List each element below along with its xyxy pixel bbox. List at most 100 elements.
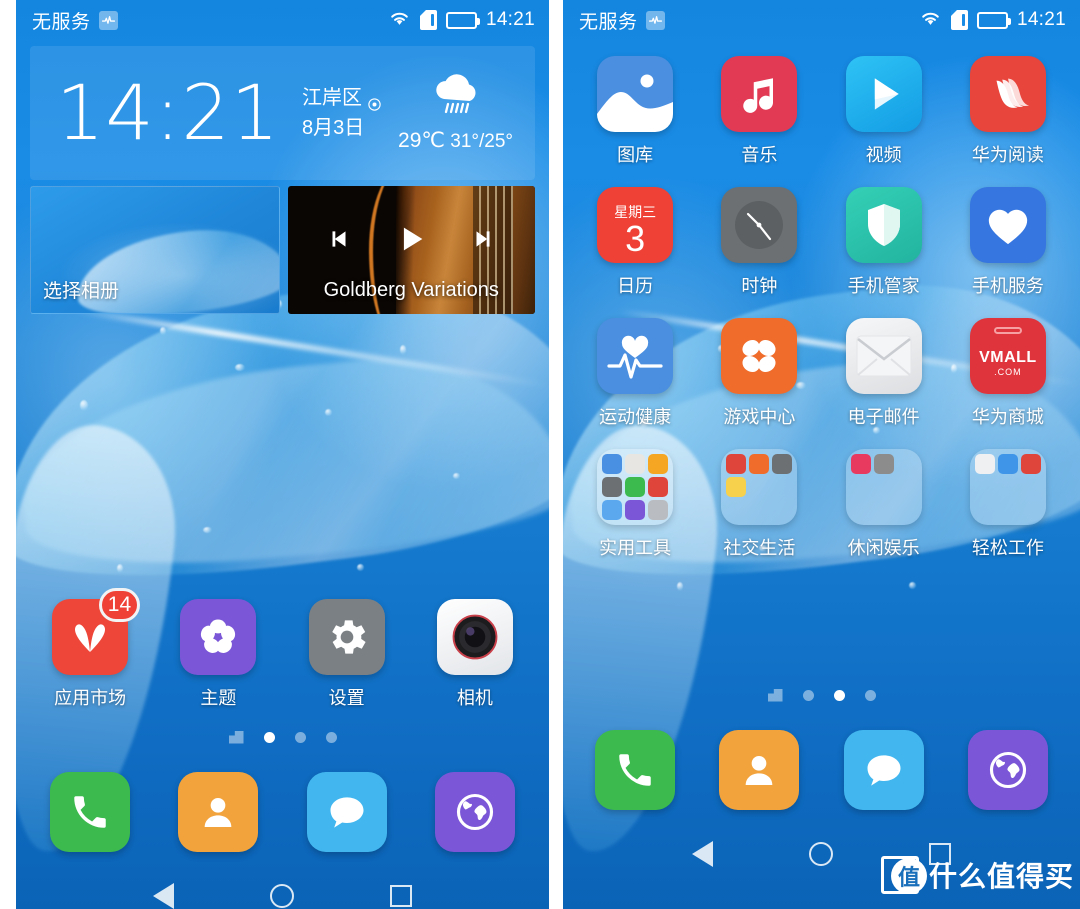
calendar-icon[interactable]: 星期三 3: [597, 187, 674, 263]
play-icon[interactable]: [394, 222, 428, 261]
phone-divider: [549, 0, 563, 909]
status-bar: 无服务 14:21: [16, 0, 549, 40]
weather-block[interactable]: 29℃ 31°/25°: [398, 73, 513, 153]
phone-icon[interactable]: [50, 772, 131, 852]
page-dot[interactable]: [325, 731, 337, 743]
home-circle-icon[interactable]: [809, 842, 833, 866]
page-dot[interactable]: [864, 689, 876, 701]
wifi-icon: [388, 9, 411, 32]
page-indicator[interactable]: [16, 724, 549, 750]
page-dot[interactable]: [294, 731, 306, 743]
app-huawei-appgallery[interactable]: 14 应用市场: [26, 588, 154, 710]
skip-previous-icon[interactable]: [326, 226, 352, 257]
status-time: 14:21: [1016, 9, 1066, 30]
video-play-icon[interactable]: [845, 56, 922, 132]
globe-browser-icon[interactable]: [434, 772, 515, 852]
page-dot[interactable]: [833, 689, 845, 701]
back-triangle-icon[interactable]: [153, 883, 174, 909]
app-row-3: 运动健康 游戏中心 电子邮件 VMALL .COM 华为商城: [563, 318, 1080, 429]
sim-card-icon: [419, 10, 437, 30]
vmall-bag-icon[interactable]: VMALL .COM: [969, 318, 1046, 394]
folder-icon[interactable]: [721, 449, 798, 525]
folder-mini-icon: [602, 477, 623, 497]
dock-phone[interactable]: [26, 772, 154, 852]
music-track-title: Goldberg Variations: [323, 279, 499, 301]
app-settings[interactable]: 设置: [283, 599, 411, 710]
dock-contacts[interactable]: [697, 730, 821, 810]
app-vmall[interactable]: VMALL .COM 华为商城: [946, 318, 1070, 429]
game-center-icon[interactable]: [721, 318, 798, 394]
app-huawei-reader[interactable]: 华为阅读: [946, 56, 1070, 167]
dock-browser[interactable]: [946, 730, 1070, 810]
globe-browser-icon[interactable]: [967, 730, 1048, 810]
sim-card-icon: [950, 10, 968, 30]
folder-social[interactable]: 社交生活: [697, 449, 821, 560]
app-clock[interactable]: 时钟: [697, 187, 821, 298]
dock-browser[interactable]: [411, 772, 539, 852]
folder-mini-icon: [602, 454, 623, 474]
app-camera[interactable]: 相机: [411, 599, 539, 710]
temp-current: 29℃: [398, 129, 445, 152]
app-row-1: 图库 音乐 视频 华为阅读: [563, 56, 1080, 167]
folder-entertainment[interactable]: 休闲娱乐: [822, 449, 946, 560]
app-email[interactable]: 电子邮件: [822, 318, 946, 429]
recents-square-icon[interactable]: [390, 885, 412, 907]
page-dot[interactable]: [802, 689, 814, 701]
app-video[interactable]: 视频: [822, 56, 946, 167]
message-bubble-icon[interactable]: [843, 730, 924, 810]
folder-mini-icon: [726, 454, 747, 474]
dock: [16, 772, 549, 852]
folder-utilities[interactable]: 实用工具: [573, 449, 697, 560]
music-note-icon[interactable]: [721, 56, 798, 132]
themes-pinwheel-icon[interactable]: [180, 599, 257, 675]
home-screen-icon[interactable]: [767, 688, 783, 702]
app-label: 相机: [456, 688, 493, 708]
camera-lens-icon[interactable]: [436, 599, 513, 675]
music-widget[interactable]: Goldberg Variations: [287, 186, 535, 314]
folder-label: 轻松工作: [971, 538, 1044, 558]
gallery-widget[interactable]: 选择相册: [30, 186, 280, 314]
app-health[interactable]: 运动健康: [573, 318, 697, 429]
contacts-icon[interactable]: [178, 772, 259, 852]
gear-icon[interactable]: [308, 599, 385, 675]
home-circle-icon[interactable]: [270, 884, 294, 908]
folder-icon[interactable]: [969, 449, 1046, 525]
clock-weather-widget[interactable]: 14:21 江岸区 8月3日 29℃ 31°/25°: [30, 46, 535, 180]
folder-icon[interactable]: [845, 449, 922, 525]
app-phone-service[interactable]: 手机服务: [946, 187, 1070, 298]
gallery-photo-icon[interactable]: [597, 56, 674, 132]
app-phone-manager[interactable]: 手机管家: [822, 187, 946, 298]
home-screen-icon[interactable]: [228, 730, 244, 744]
dock-messages[interactable]: [822, 730, 946, 810]
phone-icon[interactable]: [595, 730, 676, 810]
app-label: 应用市场: [54, 688, 127, 708]
dock-phone[interactable]: [573, 730, 697, 810]
app-gallery[interactable]: 图库: [573, 56, 697, 167]
health-heartrate-icon[interactable]: [597, 318, 674, 394]
folder-work[interactable]: 轻松工作: [946, 449, 1070, 560]
huawei-appgallery-icon[interactable]: 14: [52, 588, 141, 675]
folder-icon[interactable]: [597, 449, 674, 525]
smzdm-logo-icon: 值: [880, 856, 927, 894]
envelope-icon[interactable]: [845, 318, 922, 394]
app-themes[interactable]: 主题: [154, 599, 282, 710]
right-phone-screen: 无服务 14:21 图库 音乐 视频 华为阅读 星期三 3 日历 时钟 手机管家…: [563, 0, 1080, 909]
left-phone-screen: 无服务 14:21 14:21 江岸区 8月3日 29℃ 31°/25° 选择相…: [16, 0, 549, 909]
analog-clock-icon[interactable]: [721, 187, 798, 263]
app-label: 游戏中心: [723, 407, 796, 427]
gallery-widget-label: 选择相册: [43, 281, 120, 302]
back-triangle-icon[interactable]: [692, 841, 713, 867]
app-music[interactable]: 音乐: [697, 56, 821, 167]
page-dot[interactable]: [263, 731, 275, 743]
page-indicator[interactable]: [563, 682, 1080, 708]
skip-next-icon[interactable]: [470, 226, 496, 257]
message-bubble-icon[interactable]: [306, 772, 387, 852]
huawei-book-icon[interactable]: [969, 56, 1046, 132]
dock-contacts[interactable]: [154, 772, 282, 852]
contacts-icon[interactable]: [719, 730, 800, 810]
app-game-center[interactable]: 游戏中心: [697, 318, 821, 429]
shield-icon[interactable]: [845, 187, 922, 263]
heart-icon[interactable]: [969, 187, 1046, 263]
dock-messages[interactable]: [283, 772, 411, 852]
app-calendar[interactable]: 星期三 3 日历: [573, 187, 697, 298]
